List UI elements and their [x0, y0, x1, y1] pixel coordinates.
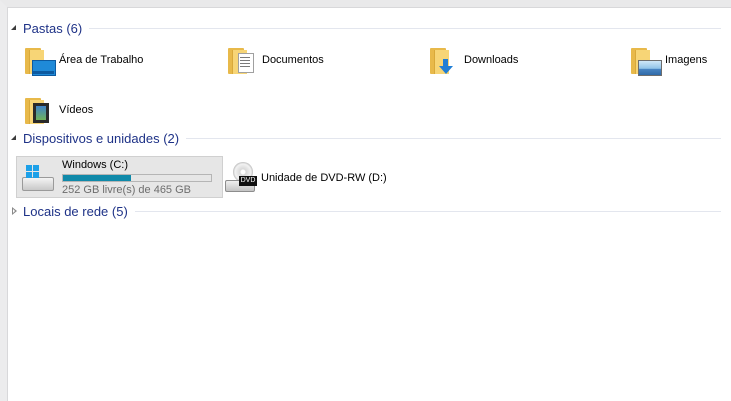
- folder-item-downloads[interactable]: Downloads: [428, 43, 518, 77]
- drive-item-d[interactable]: DVD Unidade de DVD-RW (D:): [225, 161, 387, 195]
- pictures-folder-icon: [629, 44, 662, 76]
- group-header-folders[interactable]: Pastas (6): [11, 20, 731, 36]
- collapsed-arrow-icon[interactable]: [11, 207, 19, 215]
- downloads-folder-icon: [428, 44, 460, 76]
- folder-item-pictures[interactable]: Imagens: [629, 43, 707, 77]
- drive-usage-fill: [63, 175, 131, 181]
- folder-label: Área de Trabalho: [59, 54, 144, 66]
- file-explorer-content: Pastas (6) Área de Trabalho Documentos D…: [0, 0, 731, 401]
- group-label-devices: Dispositivos e unidades (2): [23, 130, 180, 146]
- group-label-network: Locais de rede (5): [23, 203, 128, 219]
- expand-arrow-icon[interactable]: [11, 134, 19, 142]
- documents-folder-icon: [226, 44, 258, 76]
- drive-usage-bar: [62, 174, 212, 182]
- windows-drive-icon: [20, 163, 54, 193]
- drive-label: Windows (C:): [62, 159, 129, 171]
- group-header-devices[interactable]: Dispositivos e unidades (2): [11, 130, 731, 146]
- group-divider: [186, 137, 721, 139]
- folder-label: Documentos: [262, 54, 324, 66]
- folder-label: Downloads: [464, 54, 519, 66]
- desktop-folder-icon: [23, 44, 56, 76]
- expand-arrow-icon[interactable]: [11, 24, 19, 32]
- folder-item-documents[interactable]: Documentos: [226, 43, 324, 77]
- dvd-drive-icon: DVD: [225, 162, 257, 194]
- drive-free-space: 252 GB livre(s) de 465 GB: [62, 184, 192, 196]
- folder-label: Vídeos: [59, 104, 94, 116]
- folder-item-videos[interactable]: Vídeos: [23, 93, 93, 127]
- folder-label: Imagens: [665, 54, 708, 66]
- drive-label: Unidade de DVD-RW (D:): [261, 172, 387, 184]
- videos-folder-icon: [23, 94, 55, 126]
- folder-item-desktop[interactable]: Área de Trabalho: [23, 43, 143, 77]
- group-divider: [89, 27, 721, 29]
- group-divider: [134, 210, 721, 212]
- group-header-network[interactable]: Locais de rede (5): [11, 203, 731, 219]
- group-label-folders: Pastas (6): [23, 20, 83, 36]
- dvd-badge: DVD: [239, 176, 257, 186]
